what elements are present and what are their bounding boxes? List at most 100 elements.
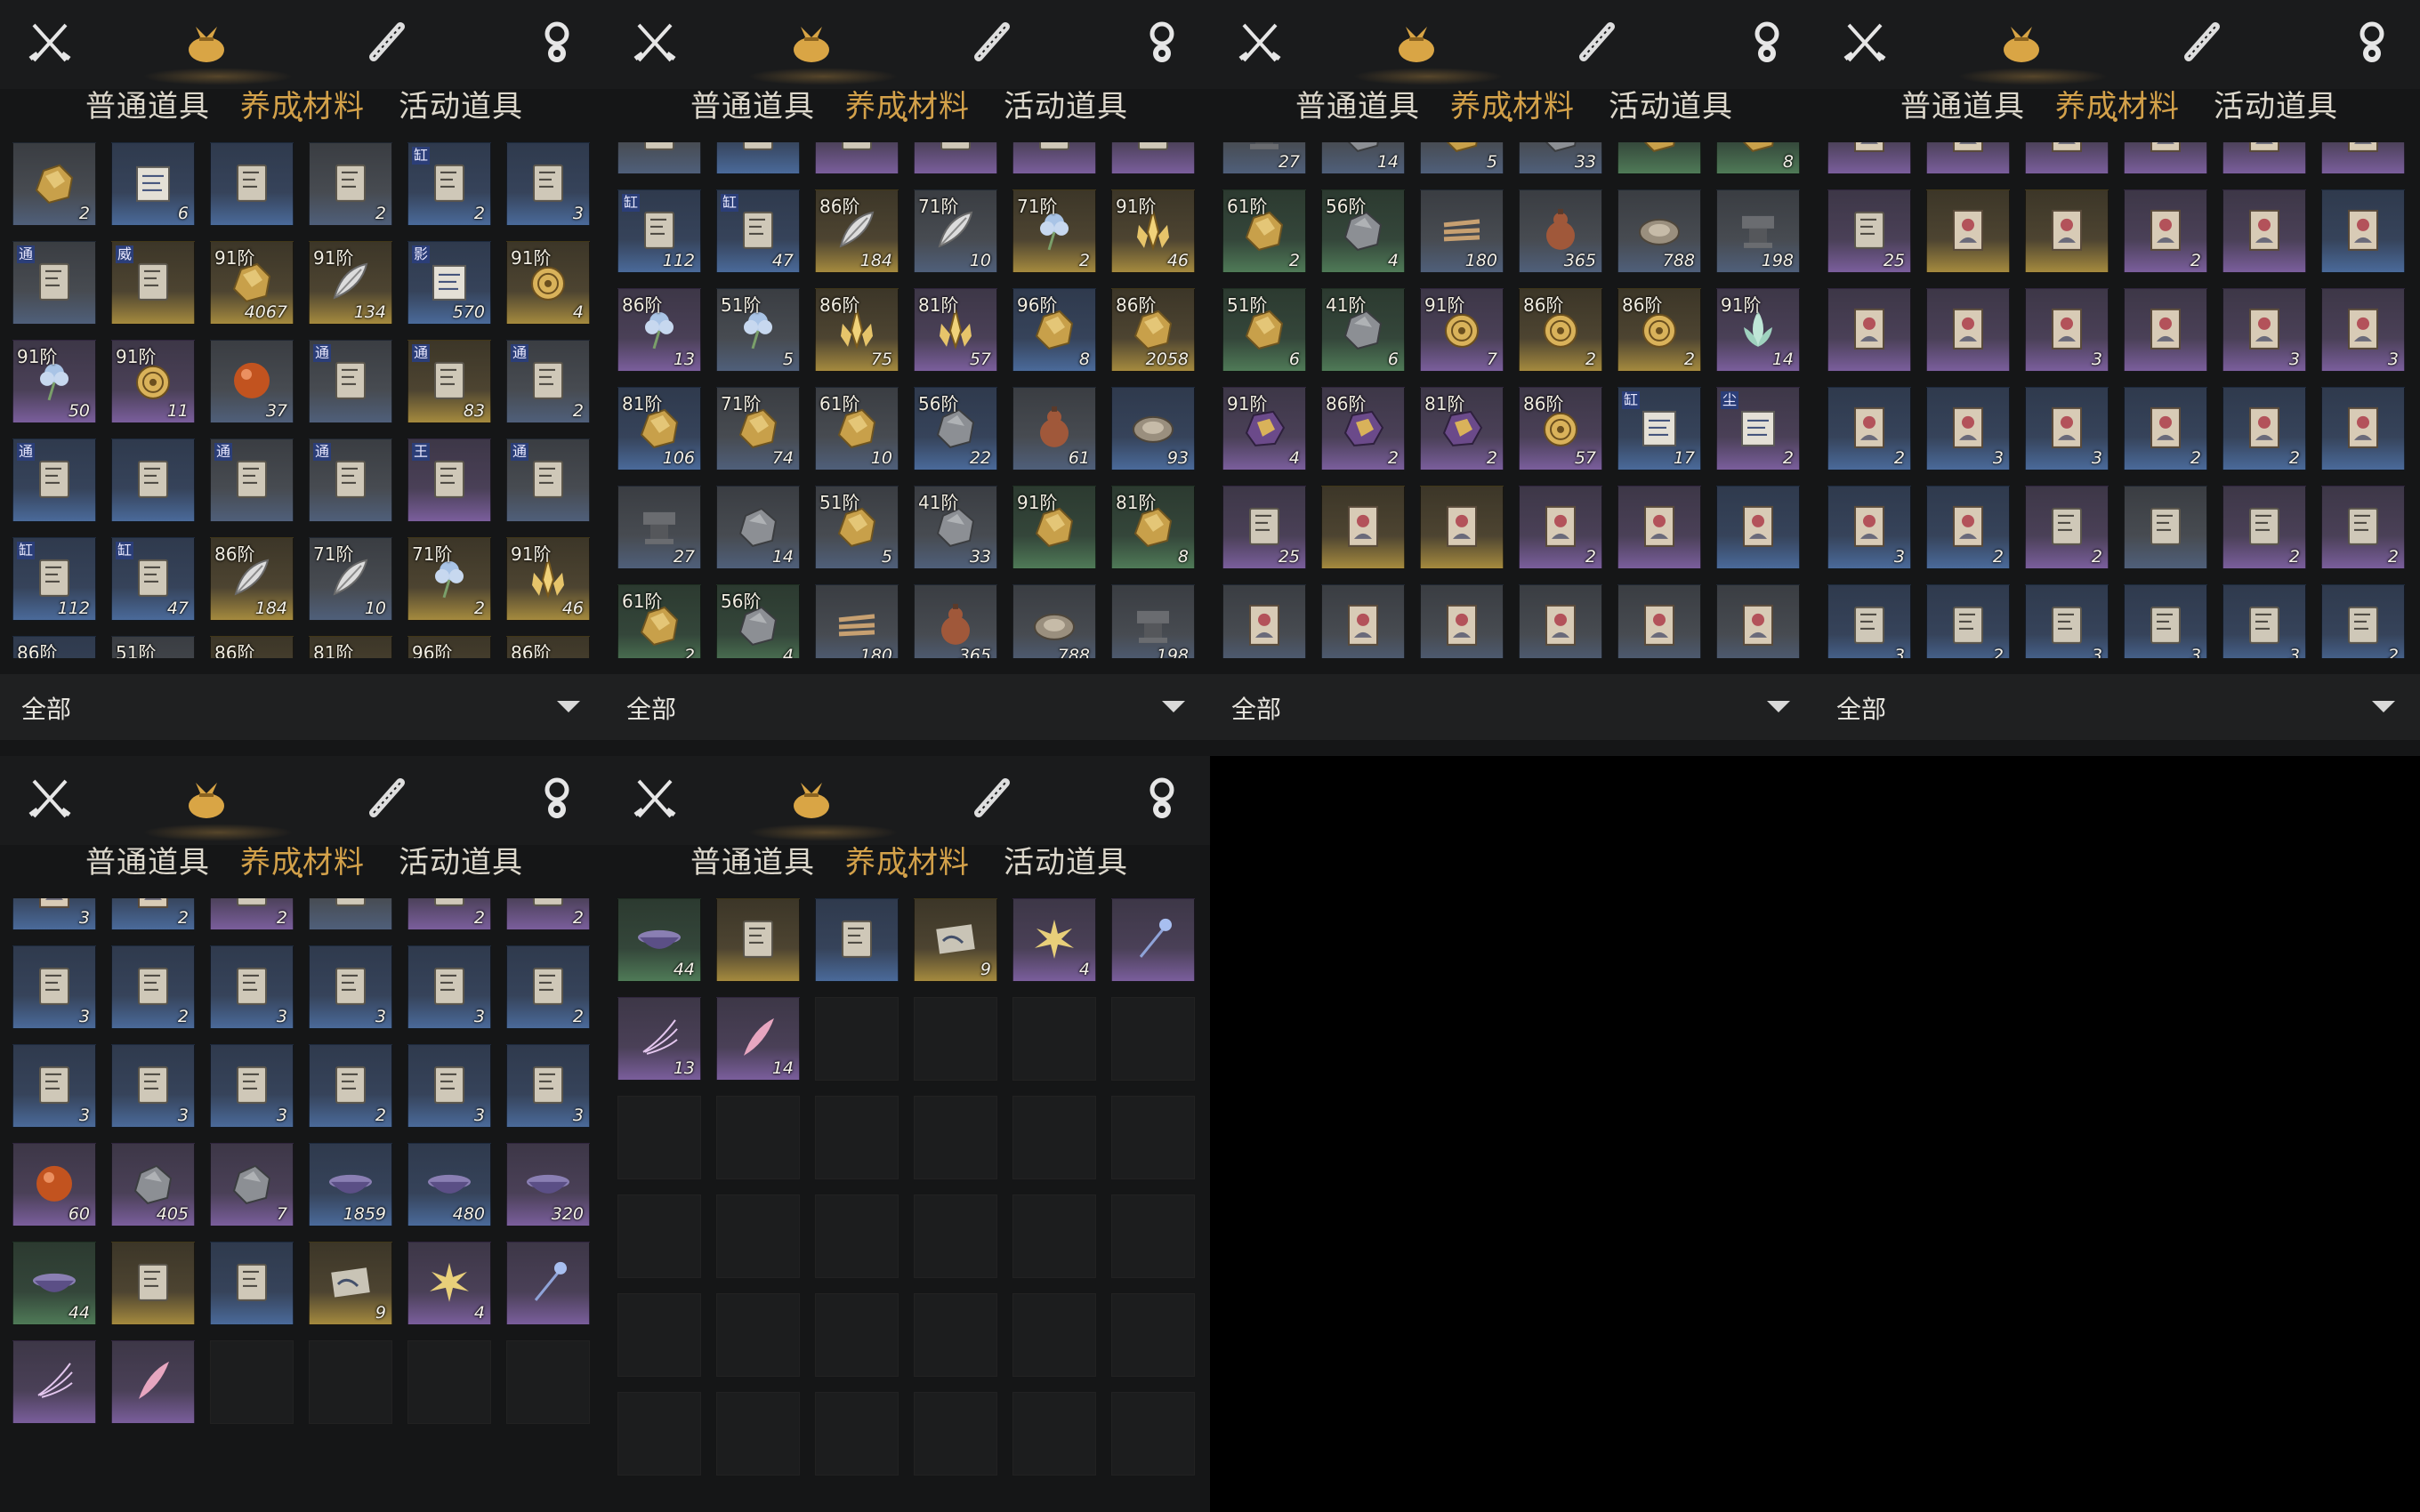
item-slot[interactable]	[716, 898, 800, 982]
item-slot[interactable]	[1012, 142, 1096, 174]
item-grid[interactable]: 3 2 2 2 2 3 2 3 3 3 2 3 3 3 2 3 3 60 405 7 1859 480 320 44 9 4	[12, 898, 600, 1512]
item-slot[interactable]: 51阶 6	[1222, 288, 1306, 372]
crossed-swords-icon[interactable]	[632, 774, 678, 824]
currency-icon[interactable]	[534, 774, 580, 824]
item-slot[interactable]: 3	[1827, 486, 1911, 569]
item-slot[interactable]: 2	[2222, 387, 2306, 470]
item-slot[interactable]: 81阶	[309, 636, 392, 658]
item-slot[interactable]	[111, 1242, 195, 1325]
scroll-icon[interactable]	[970, 18, 1016, 68]
money-pouch-icon[interactable]	[788, 18, 835, 68]
item-slot[interactable]: 2	[111, 945, 195, 1029]
item-slot[interactable]: 91阶 11	[111, 340, 195, 423]
item-slot[interactable]: 2	[111, 898, 195, 930]
item-slot[interactable]: 81阶8	[1111, 486, 1195, 569]
money-pouch-icon[interactable]	[1393, 18, 1440, 68]
tab-1[interactable]: 养成材料	[240, 82, 365, 125]
item-slot[interactable]: 51阶5	[1420, 142, 1504, 174]
item-slot[interactable]: 56阶 4	[1321, 189, 1405, 273]
item-slot[interactable]: 25	[1827, 189, 1911, 273]
item-slot[interactable]: 1859	[309, 1143, 392, 1226]
item-slot[interactable]: 81阶 2	[1420, 387, 1504, 470]
item-slot[interactable]	[1420, 584, 1504, 658]
item-slot[interactable]: 91阶	[1617, 142, 1701, 174]
item-slot[interactable]: 2	[12, 142, 96, 226]
item-slot[interactable]: 影 570	[407, 241, 491, 325]
tab-2[interactable]: 活动道具	[1609, 82, 1733, 125]
item-slot[interactable]: 3	[309, 945, 392, 1029]
crossed-swords-icon[interactable]	[27, 18, 73, 68]
item-slot[interactable]	[1827, 288, 1911, 372]
item-slot[interactable]: 3	[2025, 288, 2109, 372]
item-slot[interactable]: 365	[1519, 189, 1602, 273]
tab-0[interactable]: 普通道具	[690, 838, 815, 881]
scroll-icon[interactable]	[365, 18, 411, 68]
item-slot[interactable]: 71阶 10	[309, 537, 392, 621]
filter-dropdown[interactable]: 全部	[1815, 674, 2420, 740]
item-slot[interactable]: 3	[506, 142, 590, 226]
crossed-swords-icon[interactable]	[27, 774, 73, 824]
item-slot[interactable]: 3	[12, 898, 96, 930]
item-slot[interactable]: 9	[914, 898, 997, 982]
item-slot[interactable]: 3	[2222, 584, 2306, 658]
item-slot[interactable]: 91阶 46	[506, 537, 590, 621]
item-slot[interactable]: 86阶	[12, 636, 96, 658]
item-slot[interactable]: 27	[617, 486, 701, 569]
item-slot[interactable]: 缸 47	[111, 537, 195, 621]
item-slot[interactable]	[2025, 142, 2109, 174]
item-slot[interactable]	[309, 898, 392, 930]
tab-0[interactable]: 普通道具	[85, 838, 210, 881]
tab-2[interactable]: 活动道具	[1004, 82, 1128, 125]
crossed-swords-icon[interactable]	[632, 18, 678, 68]
item-grid[interactable]: 2 6 2 缸 2 3 通威 91阶 4067 91阶 134 影 570 91阶 4 91阶 50 91阶 11 3…	[12, 142, 600, 658]
item-slot[interactable]: 41阶 6	[1321, 288, 1405, 372]
item-slot[interactable]: 2	[1519, 486, 1602, 569]
item-slot[interactable]	[111, 438, 195, 522]
item-slot[interactable]: 81阶8	[1716, 142, 1800, 174]
tab-2[interactable]: 活动道具	[2214, 82, 2338, 125]
item-slot[interactable]: 3	[2321, 288, 2405, 372]
item-slot[interactable]: 王	[407, 438, 491, 522]
item-slot[interactable]: 3	[407, 945, 491, 1029]
item-slot[interactable]: 4	[1012, 898, 1096, 982]
tab-1[interactable]: 养成材料	[845, 82, 970, 125]
item-slot[interactable]: 13	[617, 997, 701, 1081]
item-slot[interactable]: 3	[1827, 584, 1911, 658]
item-slot[interactable]: 37	[210, 340, 294, 423]
item-slot[interactable]: 180	[815, 584, 899, 658]
item-slot[interactable]: 25	[1222, 486, 1306, 569]
item-slot[interactable]: 71阶 74	[716, 387, 800, 470]
item-grid[interactable]: 25 2 3 3 3 2 3 3 2 2 3 2 2 2 2 3 2 3 3 3 2	[1827, 142, 2415, 658]
item-slot[interactable]	[2222, 189, 2306, 273]
tab-2[interactable]: 活动道具	[399, 82, 523, 125]
item-slot[interactable]: 86阶 184	[210, 537, 294, 621]
item-slot[interactable]	[2124, 288, 2207, 372]
item-grid[interactable]: 271451阶541阶3391阶81阶861阶256阶4180365788198…	[1222, 142, 1810, 658]
money-pouch-icon[interactable]	[183, 18, 230, 68]
item-slot[interactable]	[1617, 486, 1701, 569]
item-slot[interactable]: 14	[1321, 142, 1405, 174]
item-slot[interactable]: 缸 17	[1617, 387, 1701, 470]
item-slot[interactable]: 60	[12, 1143, 96, 1226]
tab-2[interactable]: 活动道具	[399, 838, 523, 881]
item-slot[interactable]: 2	[506, 945, 590, 1029]
item-slot[interactable]: 93	[1111, 387, 1195, 470]
item-slot[interactable]: 81阶 106	[617, 387, 701, 470]
item-grid[interactable]: 缸 112 缸 47 86阶 184 71阶 10 71阶 2 91阶 46 86阶 13 51阶 5 86阶 7…	[617, 142, 1205, 658]
item-slot[interactable]: 通2	[506, 340, 590, 423]
item-slot[interactable]: 51阶	[111, 636, 195, 658]
item-slot[interactable]: 86阶 13	[617, 288, 701, 372]
item-slot[interactable]: 56阶 22	[914, 387, 997, 470]
item-slot[interactable]: 71阶 2	[407, 537, 491, 621]
item-slot[interactable]	[1321, 584, 1405, 658]
tab-0[interactable]: 普通道具	[85, 82, 210, 125]
item-slot[interactable]	[1617, 584, 1701, 658]
item-slot[interactable]: 86阶 184	[815, 189, 899, 273]
currency-icon[interactable]	[1139, 774, 1185, 824]
item-slot[interactable]: 通	[309, 340, 392, 423]
item-slot[interactable]	[1716, 486, 1800, 569]
scroll-icon[interactable]	[2180, 18, 2226, 68]
item-slot[interactable]: 86阶 2	[1519, 288, 1602, 372]
item-slot[interactable]: 86阶 75	[815, 288, 899, 372]
currency-icon[interactable]	[2349, 18, 2395, 68]
